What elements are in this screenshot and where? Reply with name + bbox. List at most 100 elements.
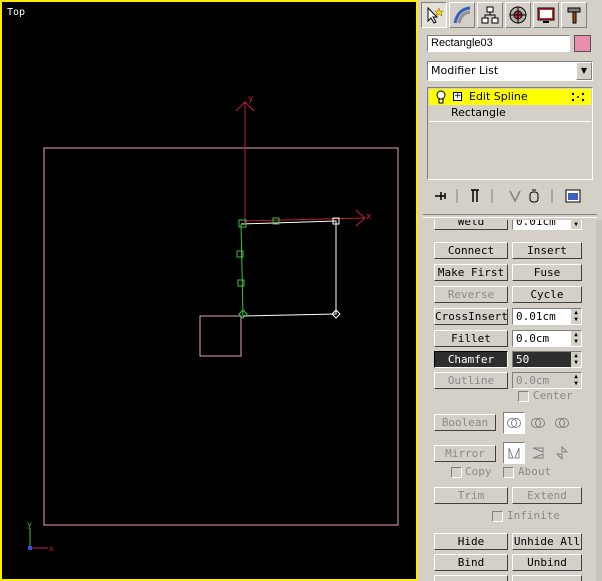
- chamfer-amount-field[interactable]: 50 ▲ ▼: [512, 351, 582, 368]
- selected-segment: [240, 223, 244, 317]
- motion-wheel-icon: [509, 6, 527, 24]
- utilities-tab[interactable]: [561, 2, 587, 28]
- trim-button[interactable]: Trim: [434, 487, 508, 504]
- spinner-arrows-icon[interactable]: ▲▼: [571, 220, 581, 229]
- mirror-button[interactable]: Mirror: [434, 445, 496, 462]
- hide-button[interactable]: Hide: [434, 533, 508, 550]
- stack-item-rectangle[interactable]: Rectangle: [429, 106, 591, 122]
- stack-toolbar-icons: [435, 189, 581, 203]
- monitor-icon: [537, 7, 555, 23]
- stack-toolbar: [427, 185, 593, 207]
- world-axis-y-label: y: [27, 520, 32, 529]
- gizmo-x-label: x: [366, 212, 372, 222]
- connect-button[interactable]: Connect: [434, 242, 508, 259]
- stack-item-label: Rectangle: [451, 106, 506, 119]
- outline-amount-value: 0.0cm: [516, 374, 550, 387]
- panel-divider: [423, 214, 597, 218]
- spinner-arrows-icon[interactable]: ▲▼: [571, 331, 581, 346]
- boolean-button[interactable]: Boolean: [434, 414, 496, 431]
- gizmo-x-axis: [244, 217, 365, 222]
- create-tab[interactable]: [421, 2, 447, 28]
- rainbow-arc-icon: [453, 6, 471, 24]
- object-name-field[interactable]: Rectangle03: [427, 35, 570, 52]
- weld-threshold-field[interactable]: 0.01cm ▲▼: [512, 220, 582, 230]
- hierarchy-icon: [481, 6, 499, 24]
- vertex-handle: [237, 279, 245, 287]
- object-color-swatch[interactable]: [574, 35, 591, 52]
- chevron-down-icon[interactable]: ▼: [576, 62, 592, 80]
- fillet-amount-field[interactable]: 0.0cm ▲ ▼: [512, 330, 582, 347]
- crossinsert-button[interactable]: CrossInsert: [434, 308, 508, 325]
- command-panel-tabs: [421, 2, 597, 30]
- modify-tab[interactable]: [449, 2, 475, 28]
- extend-button[interactable]: Extend: [512, 487, 582, 504]
- geometry-rollout: Weld 0.01cm▲▼ Connect Insert Make First …: [423, 220, 589, 581]
- boolean-union-icon[interactable]: [503, 412, 525, 434]
- mirror-horizontal-icon[interactable]: [503, 442, 525, 464]
- viewport-top[interactable]: Top y x y x: [0, 0, 418, 581]
- boolean-subtract-icon[interactable]: [527, 412, 549, 434]
- make-first-button[interactable]: Make First: [434, 264, 508, 281]
- viewport-canvas[interactable]: y x y x: [2, 2, 416, 579]
- rollout-scrollbar[interactable]: [596, 220, 602, 581]
- show-end-result-icon[interactable]: [471, 189, 479, 202]
- world-axis-x-label: x: [49, 544, 54, 553]
- pointer-star-icon: [427, 6, 444, 24]
- next-button-partial[interactable]: [434, 575, 508, 581]
- spinner-arrows-icon[interactable]: ▲▼: [571, 309, 581, 324]
- insert-button[interactable]: Insert: [512, 242, 582, 259]
- fillet-amount-value: 0.0cm: [516, 332, 550, 345]
- copy-checkbox[interactable]: [451, 467, 462, 478]
- bind-button[interactable]: Bind: [434, 554, 508, 571]
- spinner-arrows-icon[interactable]: ▲▼: [571, 373, 581, 388]
- small-rectangle: [199, 315, 242, 357]
- hierarchy-tab[interactable]: [477, 2, 503, 28]
- outline-amount-field[interactable]: 0.0cm ▲ ▼: [512, 372, 582, 389]
- weld-button[interactable]: Weld: [434, 220, 508, 230]
- modifier-list-label: Modifier List: [431, 64, 499, 77]
- remove-modifier-icon[interactable]: [529, 189, 539, 203]
- make-unique-icon[interactable]: [509, 190, 521, 203]
- center-checkbox[interactable]: [518, 391, 529, 402]
- hammer-icon: [567, 7, 581, 24]
- about-pivot-label: About: [518, 465, 552, 478]
- infinite-bounds-checkbox[interactable]: [492, 511, 503, 522]
- stack-item-label: Edit Spline: [469, 90, 528, 103]
- unhide-all-button[interactable]: Unhide All: [512, 533, 582, 550]
- chamfer-button[interactable]: Chamfer: [434, 351, 508, 368]
- gizmo-y-label: y: [248, 94, 254, 104]
- large-rectangle: [43, 147, 399, 526]
- spinner-arrows-icon[interactable]: ▲▼: [571, 352, 581, 367]
- mirror-both-icon[interactable]: [551, 442, 573, 464]
- boolean-intersect-icon[interactable]: [551, 412, 573, 434]
- center-label: Center: [533, 389, 573, 402]
- next-button-partial[interactable]: [512, 575, 582, 581]
- fillet-button[interactable]: Fillet: [434, 330, 508, 347]
- stack-item-edit-spline[interactable]: + Edit Spline: [429, 89, 591, 105]
- selected-spline: [240, 220, 337, 317]
- command-panel: Rectangle03 Modifier List ▼ + Edit Splin…: [419, 0, 602, 581]
- crossinsert-threshold-field[interactable]: 0.01cm ▲ ▼: [512, 308, 582, 325]
- mirror-vertical-icon[interactable]: [527, 442, 549, 464]
- motion-tab[interactable]: [505, 2, 531, 28]
- unbind-button[interactable]: Unbind: [512, 554, 582, 571]
- world-axis-origin: [28, 546, 32, 550]
- reverse-button[interactable]: Reverse: [434, 286, 508, 303]
- configure-sets-icon[interactable]: [565, 189, 581, 203]
- crossinsert-threshold-value: 0.01cm: [516, 310, 556, 323]
- cycle-button[interactable]: Cycle: [512, 286, 582, 303]
- subobject-dots-icon: [571, 92, 585, 102]
- pin-stack-icon[interactable]: [435, 192, 446, 200]
- chamfer-amount-value: 50: [516, 353, 530, 366]
- lightbulb-icon[interactable]: [435, 90, 447, 104]
- modifier-list-dropdown[interactable]: Modifier List ▼: [427, 61, 593, 81]
- weld-threshold-value: 0.01cm: [516, 220, 556, 228]
- display-tab[interactable]: [533, 2, 559, 28]
- infinite-bounds-label: Infinite: [507, 509, 560, 522]
- about-pivot-checkbox[interactable]: [503, 467, 514, 478]
- fuse-button[interactable]: Fuse: [512, 264, 582, 281]
- outline-button[interactable]: Outline: [434, 372, 508, 389]
- copy-label: Copy: [465, 465, 492, 478]
- modifier-stack: + Edit Spline Rectangle: [427, 87, 593, 180]
- expand-plus-icon[interactable]: +: [453, 92, 462, 101]
